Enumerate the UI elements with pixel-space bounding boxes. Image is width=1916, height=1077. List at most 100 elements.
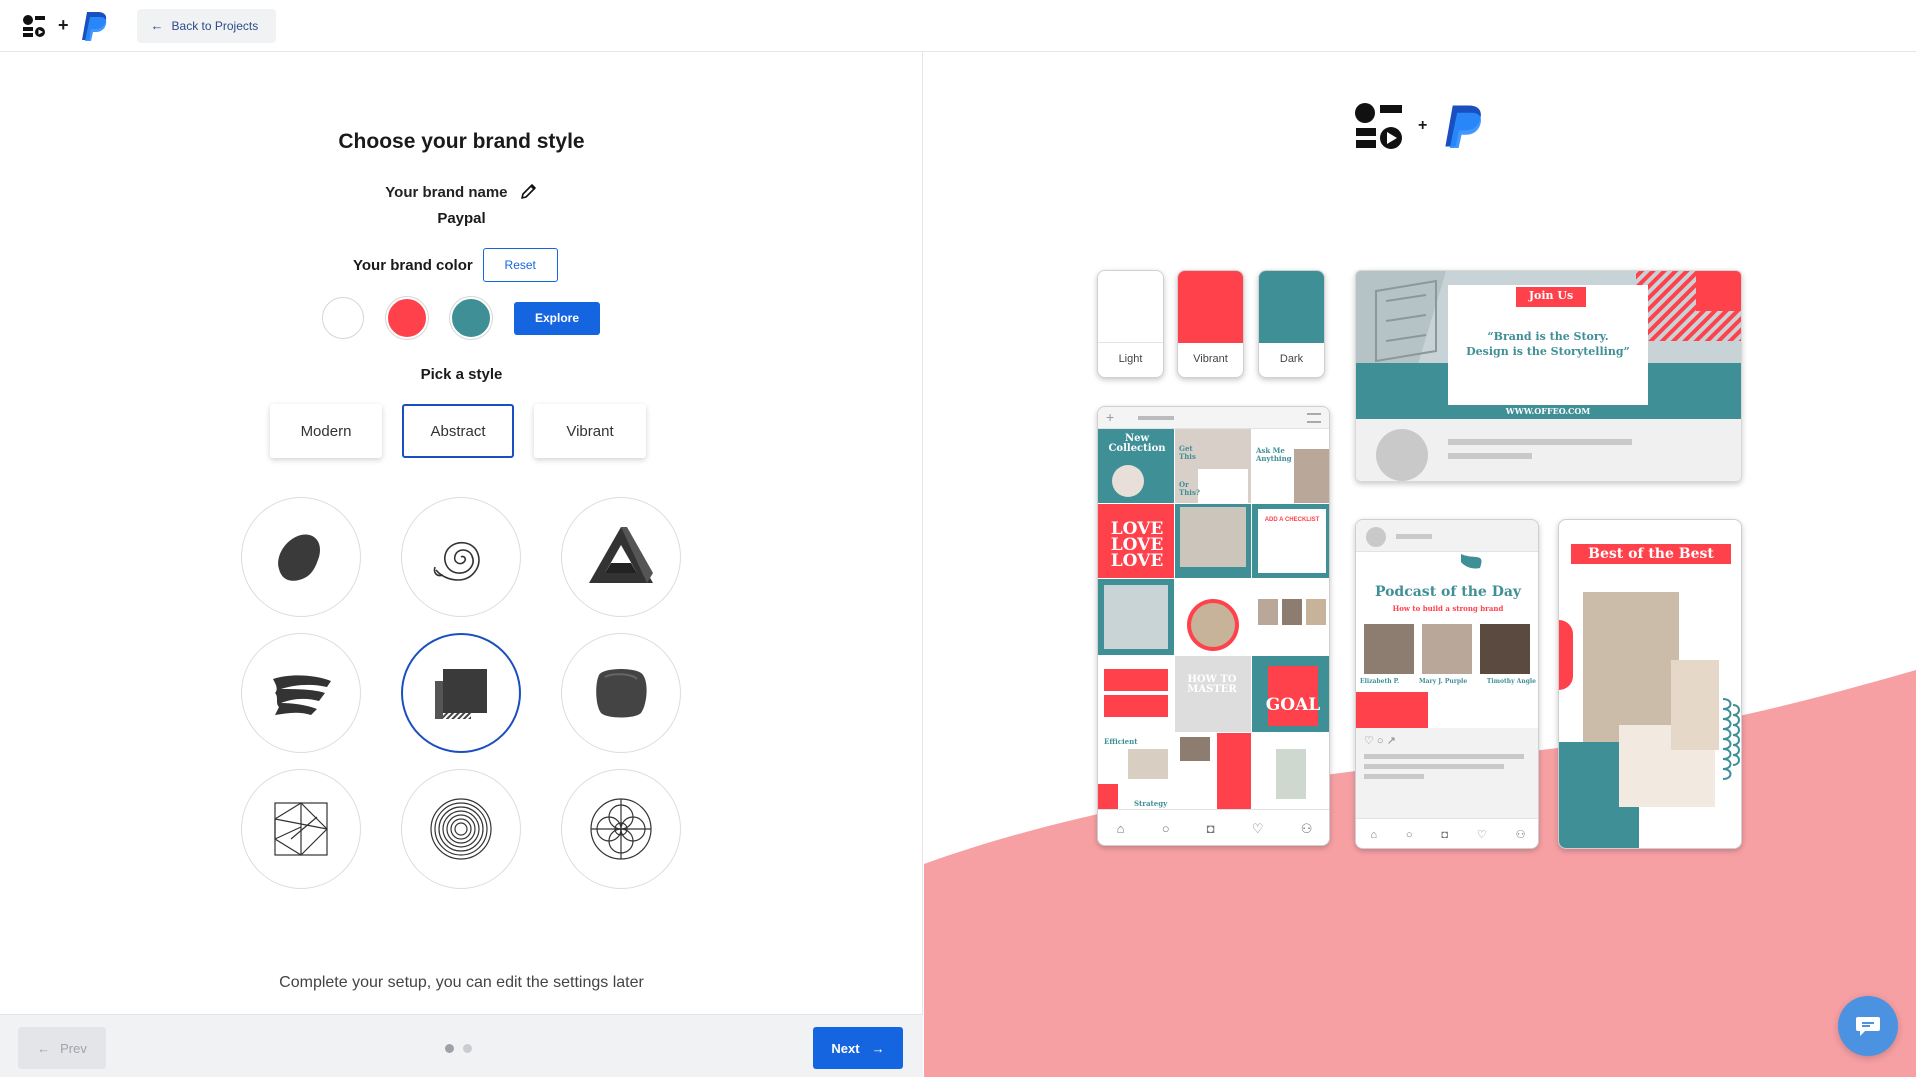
tile-add-checklist: ADD A CHECKLIST [1264, 517, 1320, 523]
tile-strategy: Strategy [1134, 799, 1168, 808]
reset-button[interactable]: Reset [482, 248, 558, 282]
style-option-impossible-triangle[interactable] [561, 497, 681, 617]
page-title: Choose your brand style [338, 130, 585, 153]
teal-squiggle-icon [1461, 554, 1482, 569]
style-option-rounded-square[interactable] [561, 633, 681, 753]
next-button[interactable]: Next → [813, 1027, 903, 1069]
heart-icon: ♡ [1476, 829, 1487, 841]
style-tabs: Modern Abstract Vibrant [270, 404, 646, 458]
brand-color-row: Your brand color Reset [353, 248, 558, 282]
style-option-brush-stroke[interactable] [241, 633, 361, 753]
swatch-white[interactable] [322, 297, 364, 339]
tab-modern[interactable]: Modern [270, 404, 382, 458]
brush-stroke-icon [273, 675, 331, 715]
chat-support-button[interactable] [1838, 996, 1898, 1056]
spiral-icon [433, 541, 480, 581]
teal-pattern-icon [1722, 698, 1740, 780]
avatar [1366, 527, 1386, 547]
back-to-projects-button[interactable]: ← Back to Projects [136, 8, 277, 43]
swatch-label: Vibrant [1193, 353, 1228, 365]
style-option-spiral[interactable] [401, 497, 521, 617]
placeholder-line [1448, 453, 1532, 459]
swatch-label: Dark [1279, 353, 1304, 365]
tab-abstract[interactable]: Abstract [402, 404, 514, 458]
hero-logos: + [1354, 102, 1485, 150]
pick-style-label: Pick a style [420, 366, 503, 383]
tile-how-to-master: HOW TO MASTER [1187, 674, 1237, 695]
style-option-layered-squares[interactable] [401, 633, 521, 753]
arrow-left-icon: ← [150, 18, 164, 33]
placeholder-line [1448, 439, 1632, 445]
post-quote: “Brand is the Story. Design is the Story… [1448, 329, 1648, 359]
style-option-geometric-lines[interactable] [241, 769, 361, 889]
tile-or-this: Or This? [1179, 480, 1200, 497]
paypal-logo-icon [1445, 105, 1482, 148]
tile-love: LOVE LOVE LOVE [1110, 519, 1164, 571]
person-name: Elizabeth P. [1360, 678, 1400, 685]
tile-ask-me: Ask Me Anything [1256, 446, 1292, 463]
preview-swatch-dark: Dark [1258, 270, 1325, 378]
phone-nav-bar: ⌂ ○ ◘ ♡ ⚇ [1356, 818, 1538, 848]
post-quote-line-1: “Brand is the Story. [1487, 330, 1609, 343]
red-half-circle [1559, 620, 1573, 690]
setup-panel: Choose your brand style Your brand name … [0, 52, 923, 1077]
preview-phone-story: Best of the Best [1558, 519, 1742, 849]
person-photo [1364, 624, 1414, 674]
plus-icon: + [1106, 409, 1115, 425]
footer-note: Complete your setup, you can edit the se… [279, 974, 644, 991]
style-option-blob[interactable] [241, 497, 361, 617]
logo-plus: + [58, 15, 69, 35]
wizard-footer: ← Prev Next → [0, 1014, 923, 1077]
chat-icon [1856, 1017, 1880, 1036]
post-caption-area [1356, 419, 1741, 481]
placeholder-line [1364, 774, 1424, 779]
offeo-logo-icon [1355, 103, 1402, 149]
next-label: Next [831, 1040, 860, 1056]
swatch-label: Light [1118, 353, 1143, 365]
podcast-title: Podcast of the Day [1374, 584, 1522, 600]
placeholder-line [1364, 764, 1504, 769]
prev-label: Prev [60, 1040, 87, 1056]
mandala-icon [590, 798, 652, 860]
post-quote-line-2: Design is the Storytelling” [1466, 345, 1630, 358]
brand-name-label: Your brand name [0, 182, 923, 201]
hero-plus: + [1418, 117, 1428, 134]
progress-dot-1 [445, 1044, 454, 1053]
color-swatches: Explore [322, 297, 600, 339]
home-icon: ⌂ [1370, 828, 1378, 841]
menu-icon [1307, 413, 1321, 423]
tab-vibrant[interactable]: Vibrant [534, 404, 646, 458]
search-icon: ○ [1161, 821, 1170, 836]
header-bar [1396, 534, 1432, 539]
paypal-logo-icon [79, 10, 109, 42]
preview-swatch-light: Light [1097, 270, 1164, 378]
edit-pencil-icon[interactable] [520, 182, 538, 200]
person-name: Mary J. Purple [1419, 678, 1468, 685]
arrow-right-icon: → [871, 1040, 885, 1056]
preview-phone-podcast: Podcast of the Day How to build a strong… [1355, 519, 1539, 849]
geometric-lines-icon [274, 802, 328, 856]
prev-button[interactable]: ← Prev [18, 1027, 106, 1069]
arrow-left-icon: ← [37, 1040, 51, 1056]
person-photo [1422, 624, 1472, 674]
podcast-subtitle: How to build a strong brand [1392, 604, 1504, 613]
swatch-teal[interactable] [450, 297, 492, 339]
offeo-logo-icon[interactable] [22, 14, 46, 38]
grid-tiles-art [1098, 429, 1329, 809]
person-name: Timothy Angle [1486, 678, 1536, 685]
avatar [1376, 429, 1428, 481]
explore-button[interactable]: Explore [514, 301, 600, 335]
post-actions-icons: ♡ ○ ↗ [1364, 735, 1396, 747]
layered-squares-icon [435, 669, 487, 719]
swatch-red[interactable] [386, 297, 428, 339]
home-icon: ⌂ [1116, 821, 1125, 836]
style-option-mandala[interactable] [561, 769, 681, 889]
brand-name-value: Paypal [437, 210, 486, 227]
search-icon: ○ [1405, 828, 1413, 841]
phone-header: + [1098, 407, 1329, 429]
style-option-concentric-circles[interactable] [401, 769, 521, 889]
tile-efficient: Efficient [1104, 737, 1138, 746]
back-label: Back to Projects [171, 18, 259, 33]
story-title: Best of the Best [1588, 546, 1714, 562]
top-bar: + ← Back to Projects [0, 0, 1916, 52]
